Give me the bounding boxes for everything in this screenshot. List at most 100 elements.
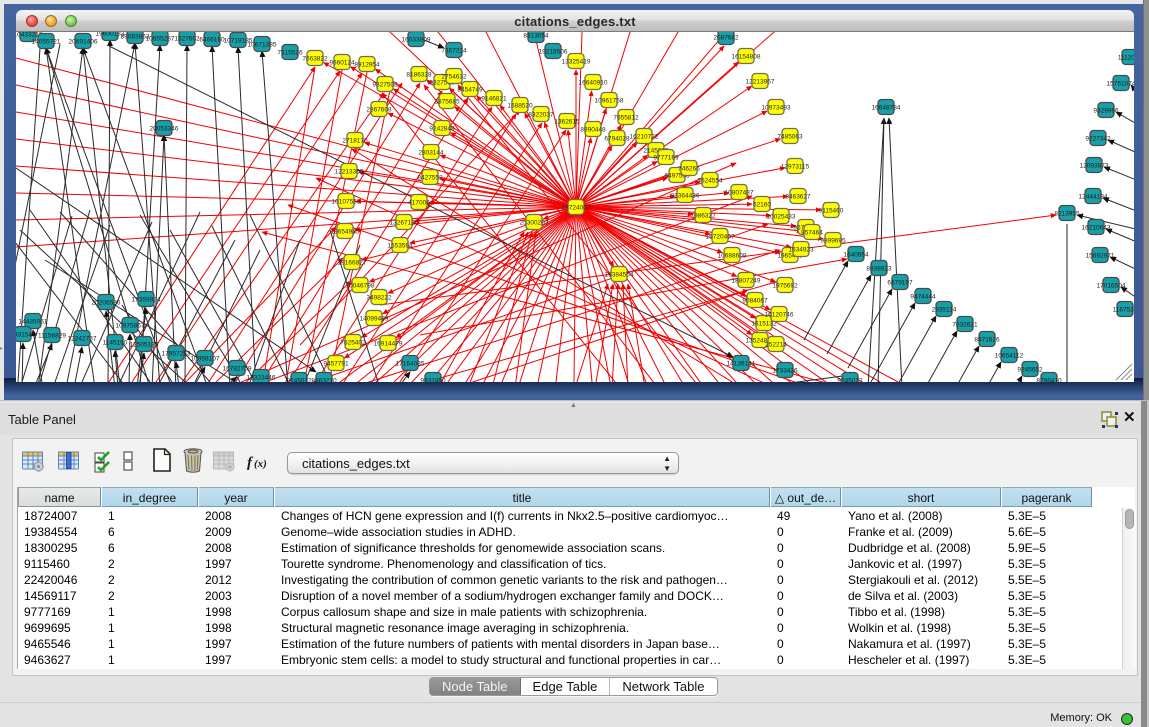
svg-text:11156829: 11156829: [38, 333, 66, 340]
svg-text:10025433: 10025433: [767, 214, 796, 221]
svg-text:7955812: 7955812: [613, 115, 639, 122]
svg-text:12093873: 12093873: [1080, 163, 1109, 170]
svg-text:12444194: 12444194: [1079, 194, 1108, 201]
svg-text:8663210: 8663210: [311, 378, 337, 383]
svg-text:16120746: 16120746: [765, 312, 794, 319]
svg-text:18807249: 18807249: [732, 278, 761, 285]
svg-text:10975867: 10975867: [116, 323, 145, 330]
svg-text:16154808: 16154808: [732, 54, 761, 61]
svg-text:9115460: 9115460: [819, 208, 844, 215]
svg-text:8813054: 8813054: [523, 33, 549, 40]
svg-text:16210643: 16210643: [1082, 225, 1111, 232]
svg-text:18724007: 18724007: [562, 205, 591, 212]
svg-text:8471626: 8471626: [974, 337, 1000, 344]
svg-text:(x): (x): [254, 458, 267, 470]
svg-text:1362615: 1362615: [554, 119, 580, 126]
svg-text:9146821: 9146821: [481, 96, 507, 103]
svg-text:746266: 746266: [678, 166, 700, 173]
svg-text:9827508: 9827508: [372, 82, 398, 89]
svg-text:16914479: 16914479: [374, 341, 403, 348]
svg-text:1588520: 1588520: [507, 103, 533, 110]
svg-text:17164085: 17164085: [396, 361, 425, 368]
svg-text:25300203: 25300203: [520, 220, 549, 227]
svg-text:8990448: 8990448: [580, 127, 606, 134]
svg-text:f: f: [247, 455, 254, 471]
svg-text:12505135: 12505135: [130, 342, 159, 349]
svg-text:17359924: 17359924: [132, 297, 161, 304]
svg-text:10961758: 10961758: [595, 98, 624, 105]
svg-text:7632621: 7632621: [952, 322, 978, 329]
svg-text:6466160: 6466160: [199, 37, 225, 44]
svg-text:9777169: 9777169: [653, 155, 679, 162]
svg-text:10654112: 10654112: [995, 353, 1024, 360]
svg-text:10973493: 10973493: [762, 105, 791, 112]
svg-text:62160: 62160: [753, 202, 771, 209]
svg-text:15751074: 15751074: [1107, 81, 1134, 88]
svg-text:19166827: 19166827: [338, 260, 367, 267]
svg-text:1634923: 1634923: [788, 247, 814, 254]
svg-text:19384554: 19384554: [605, 272, 634, 279]
svg-text:8322037: 8322037: [528, 112, 554, 119]
svg-text:8796410: 8796410: [1036, 378, 1062, 383]
svg-text:9227342: 9227342: [1085, 136, 1111, 143]
svg-text:20206536: 20206536: [92, 300, 121, 307]
svg-text:19654985: 19654985: [331, 229, 360, 236]
svg-text:9084067: 9084067: [742, 298, 768, 305]
svg-text:9242848: 9242848: [429, 126, 455, 133]
svg-text:3498222: 3498222: [366, 295, 392, 302]
svg-text:9899695: 9899695: [820, 238, 846, 245]
svg-text:8213955: 8213955: [1054, 211, 1080, 218]
svg-text:10107553: 10107553: [332, 199, 361, 206]
svg-text:417006: 417006: [408, 200, 430, 207]
svg-text:10655287: 10655287: [146, 36, 175, 43]
svg-text:12323446: 12323446: [247, 375, 276, 382]
svg-text:21364436: 21364436: [671, 193, 700, 200]
svg-text:12242737: 12242737: [68, 336, 97, 343]
svg-text:17016504: 17016504: [1097, 283, 1126, 290]
svg-text:19218506: 19218506: [539, 49, 568, 56]
svg-text:10671385: 10671385: [248, 42, 277, 49]
svg-text:9457791: 9457791: [323, 361, 349, 368]
svg-text:2754632: 2754632: [441, 74, 467, 81]
svg-text:9245072: 9245072: [286, 378, 312, 383]
svg-text:16640910: 16640910: [579, 80, 608, 87]
svg-text:9932450: 9932450: [420, 378, 446, 383]
svg-text:7515526: 7515526: [277, 50, 303, 57]
svg-text:8427552: 8427552: [417, 175, 443, 182]
svg-text:1975692: 1975692: [772, 283, 798, 290]
svg-text:14099489: 14099489: [360, 316, 389, 323]
svg-text:12213967: 12213967: [746, 79, 775, 86]
svg-text:3624554: 3624554: [697, 178, 723, 185]
svg-text:1640954: 1640954: [843, 252, 869, 259]
svg-text:2935114: 2935114: [932, 307, 957, 314]
svg-text:1733426: 1733426: [772, 368, 798, 375]
svg-text:13325419: 13325419: [562, 59, 591, 66]
svg-text:3875685: 3875685: [434, 99, 460, 106]
svg-text:9329966: 9329966: [1093, 108, 1119, 115]
svg-text:7485063: 7485063: [777, 134, 803, 141]
svg-text:10807487: 10807487: [725, 190, 754, 197]
svg-text:7986322: 7986322: [690, 213, 716, 220]
svg-text:7357224: 7357224: [441, 48, 467, 55]
svg-text:2803144: 2803144: [418, 150, 444, 157]
svg-text:10688609: 10688609: [718, 253, 747, 260]
svg-text:12973115: 12973115: [781, 164, 810, 171]
svg-text:15720407: 15720407: [706, 234, 735, 241]
svg-text:16782759: 16782759: [223, 366, 252, 373]
svg-text:10046798: 10046798: [346, 283, 375, 290]
svg-text:8938923: 8938923: [866, 266, 892, 273]
svg-text:6794028: 6794028: [604, 136, 630, 143]
svg-text:1527602: 1527602: [174, 36, 200, 43]
svg-text:16648784: 16648784: [872, 105, 901, 112]
svg-text:2087682: 2087682: [713, 35, 739, 42]
svg-text:1145190: 1145190: [103, 340, 128, 347]
svg-text:8186328: 8186328: [406, 72, 432, 79]
svg-text:957464: 957464: [801, 230, 823, 237]
svg-text:20691406: 20691406: [69, 39, 98, 46]
svg-text:14136141: 14136141: [727, 361, 756, 368]
svg-text:2867608: 2867608: [366, 107, 392, 114]
svg-text:16210722: 16210722: [630, 134, 659, 141]
svg-text:14435061: 14435061: [19, 319, 48, 326]
svg-text:9245652: 9245652: [1017, 367, 1043, 374]
svg-text:1553594: 1553594: [387, 243, 413, 250]
